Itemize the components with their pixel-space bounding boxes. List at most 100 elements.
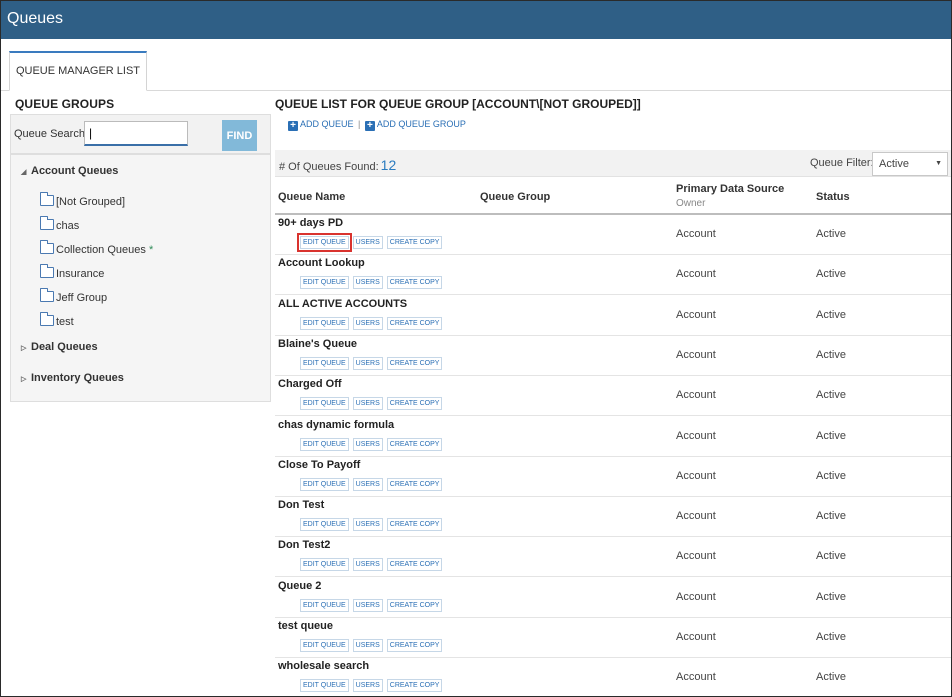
edit-queue-button[interactable]: EDIT QUEUE xyxy=(300,598,349,612)
create-copy-button[interactable]: CREATE COPY xyxy=(386,558,443,572)
users-button[interactable]: USERS xyxy=(352,276,383,290)
users-button[interactable]: USERS xyxy=(352,558,383,572)
users-button[interactable]: USERS xyxy=(352,477,383,491)
queue-group-tree: ◢ Account Queues [Not Grouped] chas Colle… xyxy=(10,154,271,402)
users-button[interactable]: USERS xyxy=(352,598,383,612)
queue-row: Blaine's Queue EDIT QUEUE USERS CREATE COPY… xyxy=(275,336,951,376)
queue-name[interactable]: 90+ days PD xyxy=(278,217,343,229)
queue-name[interactable]: Queue 2 xyxy=(278,580,321,592)
row-actions: EDIT QUEUE USERS CREATE COPY xyxy=(300,598,446,612)
users-button[interactable]: USERS xyxy=(352,437,383,451)
queue-name[interactable]: ALL ACTIVE ACCOUNTS xyxy=(278,298,407,310)
queue-name[interactable]: Don Test2 xyxy=(278,539,330,551)
edit-queue-button[interactable]: EDIT QUEUE xyxy=(300,679,349,693)
create-copy-button[interactable]: CREATE COPY xyxy=(386,679,443,693)
row-actions: EDIT QUEUE USERS CREATE COPY xyxy=(300,477,446,491)
create-copy-button[interactable]: CREATE COPY xyxy=(386,477,443,491)
primary-data-source: Account xyxy=(676,308,716,321)
tree-item-jeff-group[interactable]: Jeff Group xyxy=(40,288,107,304)
queue-name[interactable]: Account Lookup xyxy=(278,257,365,269)
users-button[interactable]: USERS xyxy=(352,518,383,532)
plus-icon: + xyxy=(364,121,375,131)
tree-group-account-queues[interactable]: ◢ Account Queues xyxy=(21,165,118,177)
edit-queue-button[interactable]: EDIT QUEUE xyxy=(300,356,349,370)
collapsed-arrow-icon: ▷ xyxy=(21,376,27,383)
edit-queue-button[interactable]: EDIT QUEUE xyxy=(300,518,349,532)
queue-name[interactable]: Close To Payoff xyxy=(278,459,360,471)
column-header-owner[interactable]: Owner xyxy=(676,198,705,209)
queue-filter-select[interactable]: Active ▼ xyxy=(872,152,948,176)
create-copy-button[interactable]: CREATE COPY xyxy=(386,437,443,451)
column-header-queue-group[interactable]: Queue Group xyxy=(480,191,550,203)
queue-count-bar: # Of Queues Found: 12 Queue Filter: Activ… xyxy=(275,150,951,177)
tree-item-insurance[interactable]: Insurance xyxy=(40,264,104,280)
create-copy-button[interactable]: CREATE COPY xyxy=(386,518,443,532)
edit-queue-button[interactable]: EDIT QUEUE xyxy=(300,437,349,451)
queue-name[interactable]: Charged Off xyxy=(278,378,342,390)
users-button[interactable]: USERS xyxy=(352,356,383,370)
find-button[interactable]: FIND xyxy=(222,120,257,151)
tree-item-collection-queues[interactable]: Collection Queues * xyxy=(40,240,153,256)
column-header-primary-data-source[interactable]: Primary Data Source xyxy=(676,183,784,195)
queue-search-input[interactable] xyxy=(84,121,188,146)
tree-group-inventory-queues[interactable]: ▷ Inventory Queues xyxy=(21,372,124,384)
create-copy-button[interactable]: CREATE COPY xyxy=(386,639,443,652)
queue-status: Active xyxy=(816,590,846,603)
edit-queue-button[interactable]: EDIT QUEUE xyxy=(300,397,349,411)
users-button[interactable]: USERS xyxy=(352,236,383,249)
queue-row: Close To Payoff EDIT QUEUE USERS CREATE COP… xyxy=(275,457,951,497)
create-copy-button[interactable]: CREATE COPY xyxy=(386,598,443,612)
tree-item-test[interactable]: test xyxy=(40,312,74,328)
users-button[interactable]: USERS xyxy=(352,397,383,411)
queue-name[interactable]: wholesale search xyxy=(278,660,369,672)
edit-queue-button[interactable]: EDIT QUEUE xyxy=(297,233,352,252)
queue-name[interactable]: chas dynamic formula xyxy=(278,419,394,431)
plus-icon: + xyxy=(288,121,298,131)
queue-status: Active xyxy=(816,389,846,402)
edit-queue-button[interactable]: EDIT QUEUE xyxy=(300,477,349,491)
tree-group-deal-queues[interactable]: ▷ Deal Queues xyxy=(21,341,98,353)
edit-queue-button[interactable]: EDIT QUEUE xyxy=(300,276,349,290)
primary-data-source: Account xyxy=(676,429,716,442)
add-queue-link[interactable]: + ADD QUEUE xyxy=(288,119,354,131)
column-header-status[interactable]: Status xyxy=(816,191,850,203)
row-actions: EDIT QUEUE USERS CREATE COPY xyxy=(300,397,446,411)
folder-icon xyxy=(40,216,54,230)
app-title: Queues xyxy=(7,10,64,27)
queue-count-label: # Of Queues Found: 12 xyxy=(279,157,397,173)
tree-item-not-grouped[interactable]: [Not Grouped] xyxy=(40,192,125,208)
column-header-queue-name[interactable]: Queue Name xyxy=(278,191,345,203)
edit-queue-button[interactable]: EDIT QUEUE xyxy=(300,558,349,572)
create-copy-button[interactable]: CREATE COPY xyxy=(386,236,443,249)
create-copy-button[interactable]: CREATE COPY xyxy=(386,316,443,330)
queue-name[interactable]: Blaine's Queue xyxy=(278,338,357,350)
queue-name[interactable]: test queue xyxy=(278,620,333,632)
queue-name[interactable]: Don Test xyxy=(278,499,324,511)
folder-icon xyxy=(40,312,54,326)
row-actions: EDIT QUEUE USERS CREATE COPY xyxy=(300,437,446,451)
queue-row: chas dynamic formula EDIT QUEUE USERS CREAT… xyxy=(275,417,951,457)
primary-data-source: Account xyxy=(676,510,716,523)
expanded-arrow-icon: ◢ xyxy=(21,169,27,176)
collapsed-arrow-icon: ▷ xyxy=(21,345,27,352)
users-button[interactable]: USERS xyxy=(352,316,383,330)
primary-data-source: Account xyxy=(676,469,716,482)
primary-data-source: Account xyxy=(676,228,716,240)
tree-item-chas[interactable]: chas xyxy=(40,216,79,232)
queue-filter-label: Queue Filter: xyxy=(810,157,874,169)
primary-data-source: Account xyxy=(676,590,716,603)
create-copy-button[interactable]: CREATE COPY xyxy=(386,356,443,370)
edit-queue-button[interactable]: EDIT QUEUE xyxy=(300,316,349,330)
users-button[interactable]: USERS xyxy=(352,639,383,652)
queue-row: Don Test2 EDIT QUEUE USERS CREATE COPY Accou… xyxy=(275,537,951,578)
add-queue-group-link[interactable]: + ADD QUEUE GROUP xyxy=(364,119,466,131)
create-copy-button[interactable]: CREATE COPY xyxy=(386,397,443,411)
create-copy-button[interactable]: CREATE COPY xyxy=(386,276,443,290)
edit-queue-button[interactable]: EDIT QUEUE xyxy=(300,639,349,652)
users-button[interactable]: USERS xyxy=(352,679,383,693)
queue-search-bar: Queue Search: FIND xyxy=(10,114,271,154)
tab-queue-manager-list[interactable]: QUEUE MANAGER LIST xyxy=(9,51,147,91)
queue-list-title: QUEUE LIST FOR QUEUE GROUP [ACCOUNT\[NOT… xyxy=(275,97,641,111)
tab-strip: QUEUE MANAGER LIST xyxy=(1,39,951,91)
row-actions: EDIT QUEUE USERS CREATE COPY xyxy=(300,518,446,532)
